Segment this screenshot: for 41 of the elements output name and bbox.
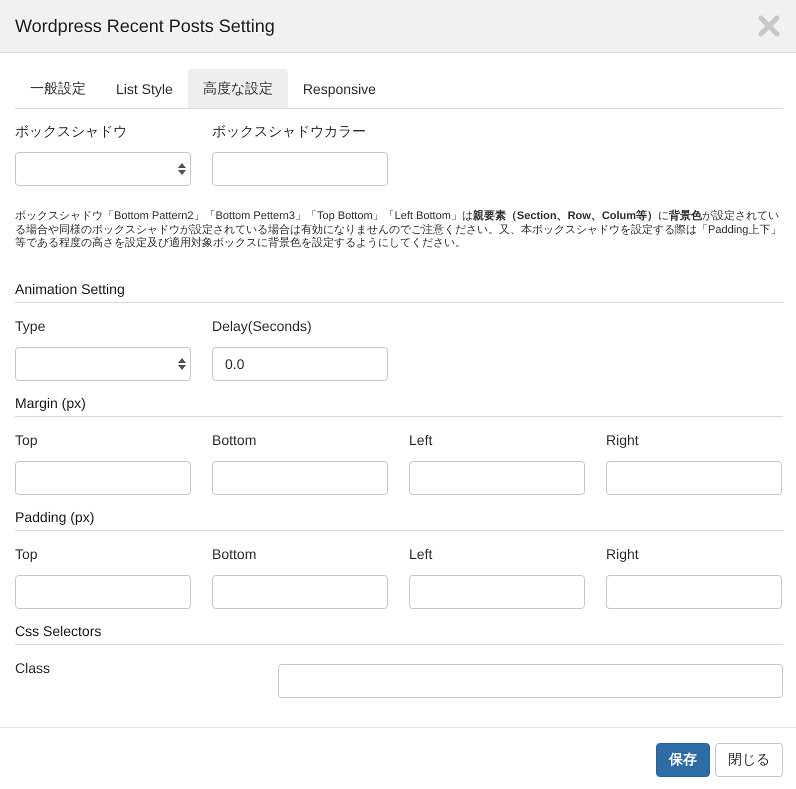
select-field[interactable]	[15, 346, 191, 380]
input-field[interactable]	[212, 152, 388, 186]
input-field[interactable]	[15, 574, 191, 608]
input-field[interactable]	[409, 460, 585, 494]
input-field[interactable]	[606, 574, 782, 608]
field-label: ボックスシャドウ	[15, 123, 128, 139]
tab[interactable]: 高度な設定	[188, 69, 288, 108]
tab[interactable]: 一般設定	[15, 69, 101, 108]
field-label: Bottom	[212, 432, 258, 448]
field-label: ボックスシャドウカラー	[212, 123, 367, 139]
field-label: Left	[409, 546, 434, 562]
updown-icon	[178, 358, 186, 370]
input-field[interactable]	[606, 460, 782, 494]
field-label: Right	[606, 432, 640, 448]
save-button[interactable]: 保存	[656, 743, 710, 777]
input-field[interactable]	[212, 460, 388, 494]
section-heading: Css Selectors	[15, 622, 783, 644]
input-field[interactable]	[278, 664, 783, 698]
input-field[interactable]	[15, 460, 191, 494]
tab[interactable]: List Style	[101, 69, 188, 108]
updown-icon	[178, 163, 186, 175]
window-title: Wordpress Recent Posts Setting	[15, 16, 275, 36]
input-field[interactable]	[212, 574, 388, 608]
field-label: Bottom	[212, 546, 258, 562]
input-field[interactable]: 0.0	[212, 346, 388, 380]
tab[interactable]: Responsive	[288, 69, 391, 108]
section-heading: Padding (px)	[15, 508, 783, 530]
section-heading: Animation Setting	[15, 280, 783, 302]
field-label: Class	[15, 660, 52, 678]
field-label: Type	[15, 318, 46, 334]
field-label: Top	[15, 546, 39, 562]
note-text: ボックスシャドウ「Bottom Pattern2」「Bottom Pettern3」「Top Bottom」「Left Bottom」は親要素（Section、Row、Colum等）に背景色が設定されている場合や同様のボックスシャドウが設定されている場合は有効になりませんのでご注意ください。又、本ボックスシャドウを設定する際は「Padding上下」等である程度の高さを設定及び適用対象ボックスに背景色を設定するようにしてください。	[15, 210, 782, 250]
input-field[interactable]	[409, 574, 585, 608]
section-heading: Margin (px)	[15, 394, 783, 416]
field-label: Top	[15, 432, 39, 448]
close-icon[interactable]	[758, 15, 780, 37]
field-label: Right	[606, 546, 640, 562]
field-label: Left	[409, 432, 434, 448]
close-button[interactable]: 閉じる	[715, 743, 783, 777]
field-label: Delay(Seconds)	[212, 318, 313, 334]
select-field[interactable]	[15, 152, 191, 186]
